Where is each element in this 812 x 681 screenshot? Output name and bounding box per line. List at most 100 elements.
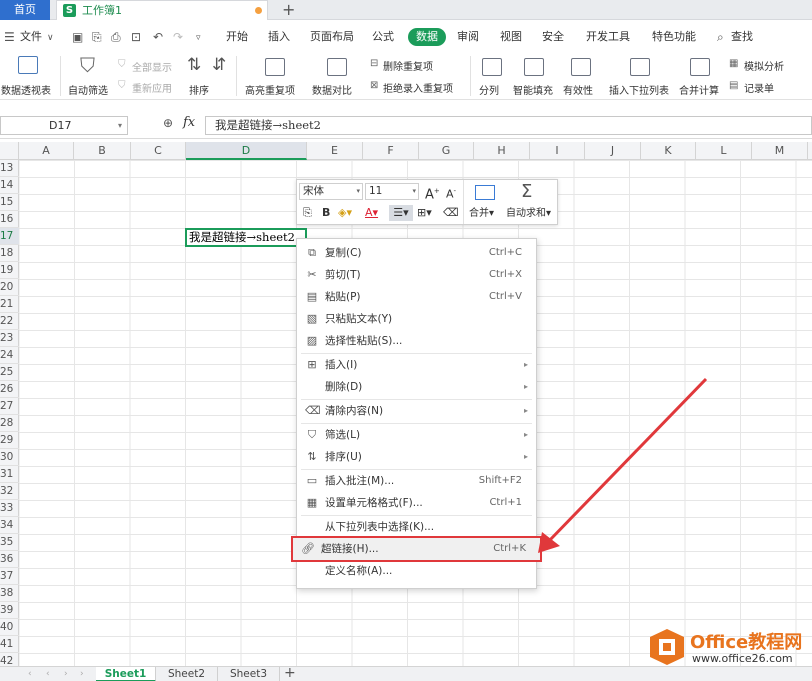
chevron-down-icon[interactable]: ∨ [47,31,54,45]
column-header-m[interactable]: M [752,142,808,160]
row-header-24[interactable]: 24 [0,347,19,364]
row-header-35[interactable]: 35 [0,534,19,551]
font-name-select[interactable]: 宋体 ▾ [299,183,363,200]
column-header-d[interactable]: D [186,142,307,160]
sheet-tab-sheet3[interactable]: Sheet3 [218,667,280,681]
font-color-icon[interactable]: A▾ [365,205,378,221]
sheet-tab-sheet1[interactable]: Sheet1 [96,667,156,681]
undo-icon[interactable]: ↶ [153,30,163,44]
column-header-j[interactable]: J [585,142,641,160]
row-header-39[interactable]: 39 [0,602,19,619]
next-sheet-nav-icon[interactable]: › [64,667,68,681]
menu-security[interactable]: 安全 [542,24,564,50]
menu-review[interactable]: 审阅 [457,24,479,50]
zoom-search-icon[interactable]: ⊕ [163,116,173,130]
row-header-13[interactable]: 13 [0,160,19,177]
row-header-21[interactable]: 21 [0,296,19,313]
context-menu-item[interactable]: ▭ 插入批注(M)... Shift+F2 [297,470,536,492]
context-menu-item[interactable]: ▤ 粘贴(P) Ctrl+V [297,286,536,308]
bold-button[interactable]: B [322,205,330,221]
column-header-b[interactable]: B [74,142,131,160]
row-header-27[interactable]: 27 [0,398,19,415]
split-column-button[interactable]: 分列 [479,82,499,97]
menu-insert[interactable]: 插入 [268,24,290,50]
row-header-19[interactable]: 19 [0,262,19,279]
row-header-18[interactable]: 18 [0,245,19,262]
sort-desc-icon[interactable]: ⇵ [212,55,226,75]
print-icon[interactable]: ⎙ [111,30,121,44]
sheet-tab-sheet2[interactable]: Sheet2 [156,667,218,681]
select-all-corner[interactable] [0,142,19,160]
context-menu-item[interactable]: 删除(D) ▸ [297,376,536,398]
fx-label[interactable]: fx [183,115,195,130]
show-all-button[interactable]: 全部显示 [132,59,172,74]
align-center-icon[interactable]: ☰▾ [389,205,413,221]
border-icon[interactable]: ⊞▾ [417,205,432,221]
pivot-table-button[interactable] [8,56,38,74]
menu-page-layout[interactable]: 页面布局 [310,24,354,50]
row-header-33[interactable]: 33 [0,500,19,517]
search-icon[interactable]: ⌕ [717,30,724,44]
quick-access-more-icon[interactable]: ▿ [196,31,201,45]
redo-icon[interactable]: ↷ [173,30,183,44]
row-header-37[interactable]: 37 [0,568,19,585]
hamburger-icon[interactable]: ☰ [4,30,15,44]
sort-button[interactable]: 排序 [189,82,209,97]
context-menu-item[interactable]: 从下拉列表中选择(K)... [297,516,536,538]
merge-calc-button[interactable]: 合并计算 [679,82,719,97]
autosum-icon[interactable]: Σ [521,181,532,202]
column-header-g[interactable]: G [419,142,474,160]
whatif-button[interactable]: 模拟分析 [744,58,784,73]
context-menu-item[interactable]: ⊞ 插入(I) ▸ [297,354,536,376]
print-preview-icon[interactable]: ⊡ [131,30,141,44]
active-cell-d17[interactable]: 我是超链接→sheet2 [185,228,309,248]
workbook-tab[interactable]: S 工作簿1 [56,0,268,20]
context-menu-item[interactable]: ▧ 只粘贴文本(Y) [297,308,536,330]
template-icon[interactable]: ⎘ [92,30,102,44]
context-menu-item[interactable]: ▦ 设置单元格格式(F)... Ctrl+1 [297,492,536,514]
menu-special[interactable]: 特色功能 [652,24,696,50]
row-header-29[interactable]: 29 [0,432,19,449]
context-menu-item[interactable]: 定义名称(A)... [297,560,536,582]
delete-duplicates-button[interactable]: 删除重复项 [383,58,433,73]
column-header-a[interactable]: A [19,142,74,160]
merge-cells-label[interactable]: 合并▾ [469,206,494,222]
pivot-table-label[interactable]: 数据透视表 [1,82,51,97]
column-header-f[interactable]: F [363,142,419,160]
row-header-31[interactable]: 31 [0,466,19,483]
row-header-23[interactable]: 23 [0,330,19,347]
formula-input[interactable]: 我是超链接→sheet2 [205,116,812,135]
menu-file[interactable]: 文件 [20,24,42,50]
row-header-26[interactable]: 26 [0,381,19,398]
reapply-button[interactable]: 重新应用 [132,80,172,95]
row-header-20[interactable]: 20 [0,279,19,296]
insert-dropdown-button[interactable]: 插入下拉列表 [609,82,669,97]
row-header-15[interactable]: 15 [0,194,19,211]
decrease-font-icon[interactable]: A- [446,183,456,203]
increase-font-icon[interactable]: A+ [425,183,440,203]
add-sheet-button[interactable]: + [284,665,296,681]
context-menu-item[interactable]: ▨ 选择性粘贴(S)... [297,330,536,352]
row-header-25[interactable]: 25 [0,364,19,381]
first-sheet-nav-icon[interactable]: ‹ [28,667,32,681]
row-header-40[interactable]: 40 [0,619,19,636]
filter-icon[interactable]: ⛉ [80,55,95,75]
column-header-l[interactable]: L [696,142,752,160]
menu-start[interactable]: 开始 [226,24,248,50]
home-tab[interactable]: 首页 [0,0,50,20]
context-menu-item-hyperlink[interactable]: 🔗︎ 超链接(H)... Ctrl+K [291,536,542,562]
record-button[interactable]: 记录单 [744,80,774,95]
validity-button[interactable]: 有效性 [563,82,593,97]
context-menu-item[interactable]: ⇅ 排序(U) ▸ [297,446,536,468]
prev-sheet-nav-icon[interactable]: ‹ [46,667,50,681]
row-header-36[interactable]: 36 [0,551,19,568]
chevron-down-icon[interactable]: ▾ [118,117,122,134]
row-header-32[interactable]: 32 [0,483,19,500]
smart-fill-button[interactable]: 智能填充 [513,82,553,97]
menu-formula[interactable]: 公式 [372,24,394,50]
row-header-41[interactable]: 41 [0,636,19,653]
data-compare-button[interactable]: 数据对比 [312,82,352,97]
sort-asc-icon[interactable]: ⇅ [187,55,201,75]
context-menu-item[interactable]: ⌫ 清除内容(N) ▸ [297,400,536,422]
context-menu-item[interactable]: ⛉ 筛选(L) ▸ [297,424,536,446]
